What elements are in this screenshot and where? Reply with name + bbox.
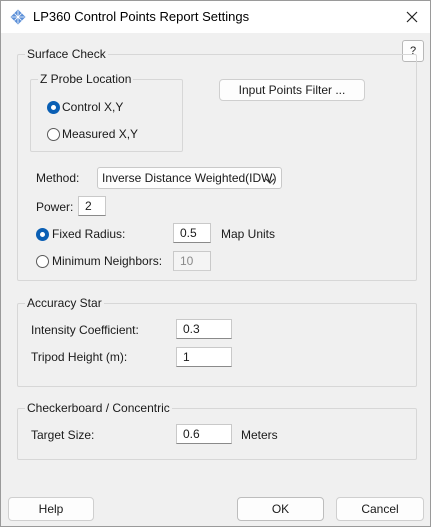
target-size-label: Target Size: [31,428,95,442]
map-units-label: Map Units [221,227,276,241]
checkerboard-concentric-group: Checkerboard / Concentric Target Size: M… [17,401,417,460]
surface-check-group: Surface Check Z Probe Location Control X… [17,47,417,281]
accuracy-star-group: Accuracy Star Intensity Coefficient: Tri… [17,296,417,387]
method-value: Inverse Distance Weighted(IDW) [102,171,277,185]
measured-xy-label[interactable]: Measured X,Y [62,127,138,141]
close-icon [406,11,418,23]
lp360-app-icon [10,9,26,25]
fixed-radius-input[interactable] [173,223,211,243]
title-bar: LP360 Control Points Report Settings [1,1,430,33]
z-probe-location-group: Z Probe Location Control X,Y Measured X,… [30,72,183,152]
fixed-radius-label[interactable]: Fixed Radius: [52,227,125,241]
help-button[interactable]: Help [8,497,94,521]
minimum-neighbors-input [173,251,211,271]
control-xy-label[interactable]: Control X,Y [62,100,123,114]
control-xy-radio[interactable] [47,101,60,114]
window-title: LP360 Control Points Report Settings [33,9,250,24]
method-label: Method: [36,171,80,185]
ok-button[interactable]: OK [237,497,324,521]
fixed-radius-radio[interactable] [36,228,49,241]
close-button[interactable] [400,5,424,29]
tripod-height-label: Tripod Height (m): [31,350,128,364]
power-input[interactable] [78,196,106,216]
checkerboard-concentric-legend: Checkerboard / Concentric [25,401,172,415]
meters-label: Meters [241,428,278,442]
accuracy-star-legend: Accuracy Star [25,296,104,310]
input-points-filter-button[interactable]: Input Points Filter ... [219,79,365,101]
cancel-button[interactable]: Cancel [336,497,424,521]
method-select[interactable]: Inverse Distance Weighted(IDW) [97,167,282,189]
surface-check-legend: Surface Check [25,47,108,61]
z-probe-location-legend: Z Probe Location [38,72,134,86]
dialog-window: LP360 Control Points Report Settings ? S… [0,0,431,527]
minimum-neighbors-label[interactable]: Minimum Neighbors: [52,254,162,268]
chevron-down-icon [265,174,275,188]
power-label: Power: [36,200,74,214]
intensity-coefficient-label: Intensity Coefficient: [31,323,139,337]
minimum-neighbors-radio[interactable] [36,255,49,268]
target-size-input[interactable] [176,424,232,444]
tripod-height-input[interactable] [176,347,232,367]
measured-xy-radio[interactable] [47,128,60,141]
intensity-coefficient-input[interactable] [176,319,232,339]
